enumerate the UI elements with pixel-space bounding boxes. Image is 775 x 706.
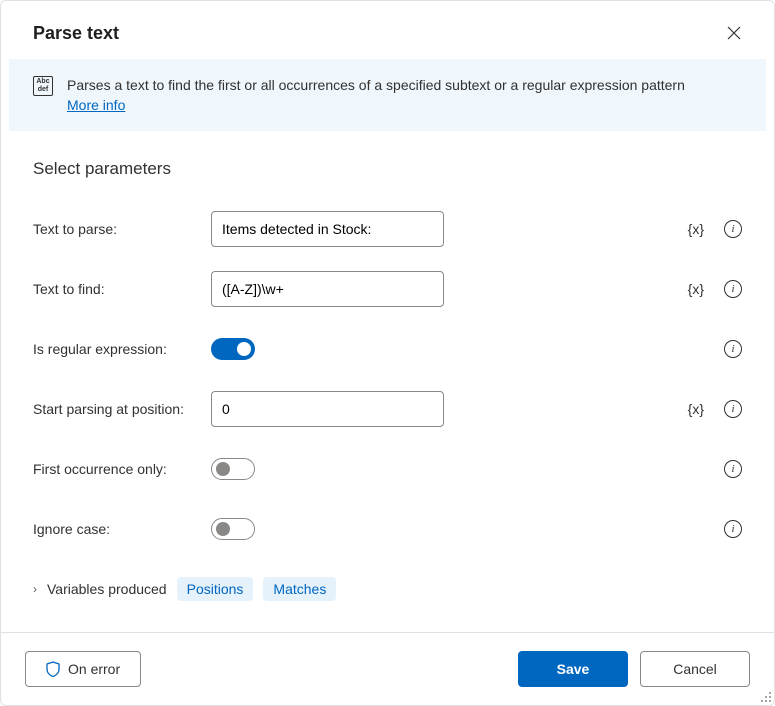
section-title: Select parameters — [33, 159, 742, 179]
on-error-label: On error — [68, 661, 120, 677]
input-start-position[interactable] — [211, 391, 444, 427]
info-icon[interactable]: i — [724, 400, 742, 418]
cancel-button[interactable]: Cancel — [640, 651, 750, 687]
toggle-ignore-case[interactable] — [211, 518, 255, 540]
more-info-link[interactable]: More info — [67, 97, 125, 113]
label-is-regex: Is regular expression: — [33, 341, 211, 357]
variable-chip-positions[interactable]: Positions — [177, 577, 254, 601]
row-is-regex: Is regular expression: i — [33, 319, 742, 379]
info-icon[interactable]: i — [724, 340, 742, 358]
dialog-header: Parse text — [1, 1, 774, 59]
variable-chip-matches[interactable]: Matches — [263, 577, 336, 601]
variables-produced-label[interactable]: Variables produced — [47, 581, 167, 597]
toggle-is-regex[interactable] — [211, 338, 255, 360]
chevron-right-icon[interactable]: › — [33, 582, 37, 596]
label-ignore-case: Ignore case: — [33, 521, 211, 537]
variables-produced-row: › Variables produced Positions Matches — [33, 577, 742, 601]
close-icon — [727, 26, 741, 40]
abc-def-icon: Abcdef — [33, 76, 53, 96]
label-text-to-find: Text to find: — [33, 281, 211, 297]
dialog-footer: On error Save Cancel — [1, 632, 774, 705]
label-first-occurrence: First occurrence only: — [33, 461, 211, 477]
toggle-first-occurrence[interactable] — [211, 458, 255, 480]
variable-token-button[interactable]: {x} — [688, 401, 704, 417]
info-icon[interactable]: i — [724, 460, 742, 478]
info-banner: Abcdef Parses a text to find the first o… — [9, 59, 766, 131]
on-error-button[interactable]: On error — [25, 651, 141, 687]
banner-text: Parses a text to find the first or all o… — [67, 75, 685, 115]
input-text-to-parse[interactable] — [211, 211, 444, 247]
dialog-body: Select parameters Text to parse: {x} i T… — [1, 131, 774, 632]
parse-text-dialog: Parse text Abcdef Parses a text to find … — [0, 0, 775, 706]
label-text-to-parse: Text to parse: — [33, 221, 211, 237]
shield-icon — [46, 661, 60, 677]
label-start-position: Start parsing at position: — [33, 401, 211, 417]
banner-description: Parses a text to find the first or all o… — [67, 77, 685, 93]
info-icon[interactable]: i — [724, 520, 742, 538]
row-start-position: Start parsing at position: {x} i — [33, 379, 742, 439]
save-button[interactable]: Save — [518, 651, 628, 687]
row-text-to-parse: Text to parse: {x} i — [33, 199, 742, 259]
input-text-to-find[interactable] — [211, 271, 444, 307]
row-text-to-find: Text to find: {x} i — [33, 259, 742, 319]
row-first-occurrence: First occurrence only: i — [33, 439, 742, 499]
close-button[interactable] — [718, 17, 750, 49]
row-ignore-case: Ignore case: i — [33, 499, 742, 559]
info-icon[interactable]: i — [724, 280, 742, 298]
dialog-title: Parse text — [33, 23, 119, 44]
variable-token-button[interactable]: {x} — [688, 221, 704, 237]
info-icon[interactable]: i — [724, 220, 742, 238]
variable-token-button[interactable]: {x} — [688, 281, 704, 297]
